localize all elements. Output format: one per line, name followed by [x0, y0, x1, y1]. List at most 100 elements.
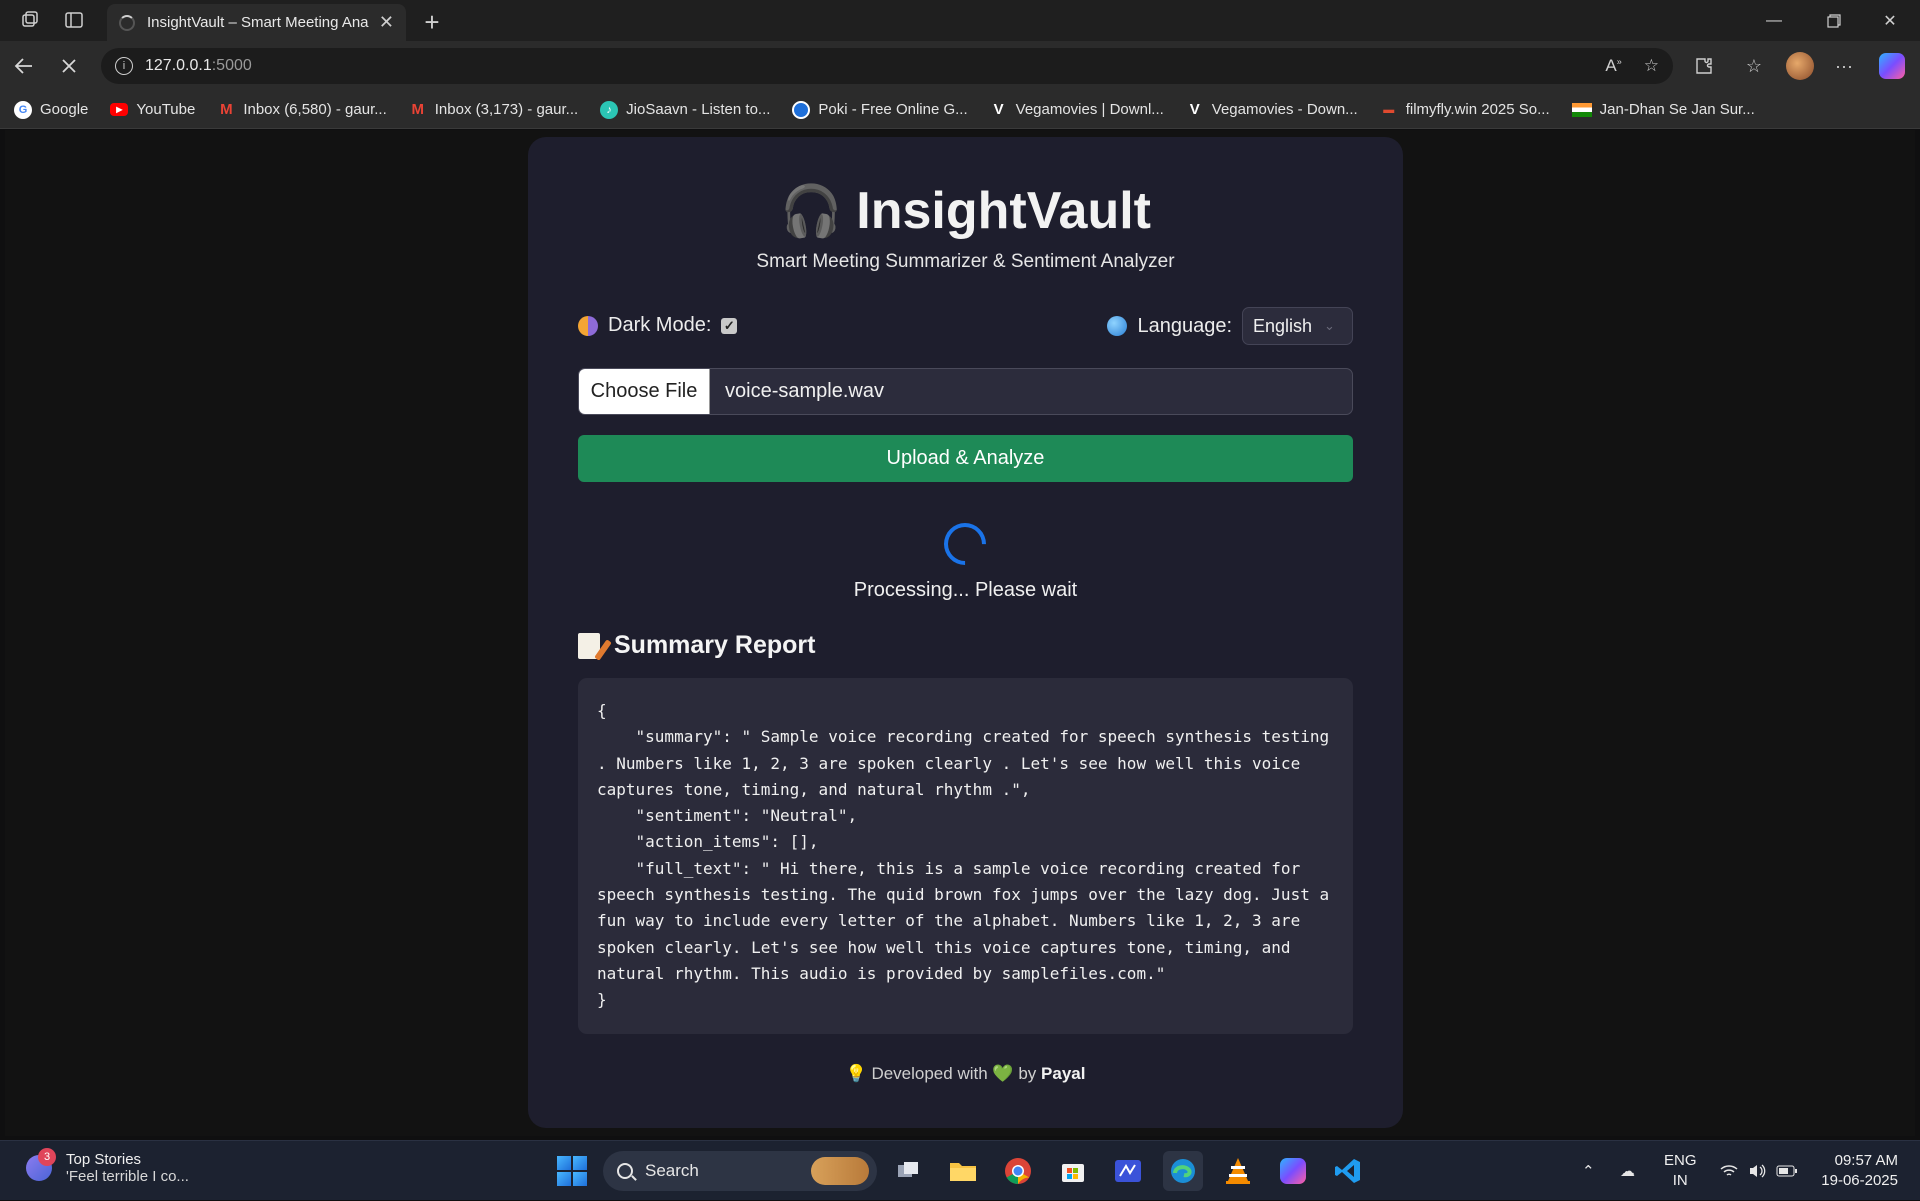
- bookmark-jandhan[interactable]: Jan-Dhan Se Jan Sur...: [1571, 101, 1755, 118]
- language-select[interactable]: English ⌄: [1242, 307, 1353, 345]
- favorite-star-icon[interactable]: ☆: [1644, 56, 1659, 76]
- loading-spinner-icon: [935, 514, 995, 574]
- bookmark-jiosaavn[interactable]: ♪ JioSaavn - Listen to...: [600, 100, 770, 119]
- memo-icon: [578, 632, 600, 659]
- copilot-icon[interactable]: [1876, 50, 1908, 82]
- app-title: 🎧 InsightVault: [528, 181, 1403, 241]
- bookmark-label: Inbox (3,173) - gaur...: [434, 101, 579, 118]
- input-language-bottom: IN: [1672, 1172, 1688, 1189]
- news-icon: 3: [26, 1148, 56, 1181]
- lightbulb-icon: 💡: [845, 1064, 867, 1083]
- bookmarks-bar: G Google ▶ YouTube M Inbox (6,580) - gau…: [0, 91, 1920, 129]
- tab-insightvault[interactable]: InsightVault – Smart Meeting Ana ✕: [107, 4, 406, 41]
- vscode-icon[interactable]: [1328, 1151, 1368, 1191]
- bookmark-label: filmyfly.win 2025 So...: [1405, 101, 1550, 118]
- footer: 💡 Developed with 💚 by Payal: [528, 1064, 1403, 1084]
- chevron-down-icon: ⌄: [1324, 318, 1335, 333]
- summary-report-title: Summary Report: [614, 631, 816, 659]
- language-label: Language:: [1137, 314, 1232, 337]
- vertical-tabs-icon[interactable]: [58, 4, 90, 36]
- globe-icon: [1107, 316, 1128, 336]
- dark-mode-checkbox[interactable]: ✓: [721, 317, 738, 334]
- search-label: Search: [645, 1161, 699, 1180]
- language-row: Language: English ⌄: [1107, 307, 1353, 345]
- minimize-button[interactable]: —: [1746, 0, 1802, 41]
- clock-time: 09:57 AM: [1834, 1152, 1898, 1169]
- bookmark-label: Google: [40, 101, 89, 118]
- upload-analyze-button[interactable]: Upload & Analyze: [578, 435, 1353, 482]
- url-host: 127.0.0.1: [145, 57, 212, 74]
- dark-mode-label: Dark Mode:: [608, 314, 712, 336]
- taskbar-search[interactable]: Search: [603, 1151, 877, 1191]
- footer-prefix: Developed with: [871, 1064, 988, 1083]
- more-options-icon[interactable]: ···: [1828, 50, 1860, 82]
- dark-mode-toggle-row: Dark Mode: ✓: [578, 314, 738, 337]
- bookmark-label: Jan-Dhan Se Jan Sur...: [1599, 101, 1755, 118]
- bookmark-gmail-1[interactable]: M Inbox (6,580) - gaur...: [217, 101, 387, 119]
- system-clock[interactable]: 09:57 AM 19-06-2025: [1821, 1151, 1898, 1191]
- vlc-icon[interactable]: [1218, 1151, 1258, 1191]
- workspaces-icon[interactable]: [14, 4, 46, 36]
- restore-button[interactable]: [1806, 0, 1862, 41]
- contrast-icon: [578, 315, 598, 336]
- processing-status: Processing... Please wait: [853, 579, 1078, 601]
- favorites-icon[interactable]: ☆: [1738, 50, 1770, 82]
- youtube-icon: ▶: [110, 103, 129, 116]
- extensions-icon[interactable]: [1688, 50, 1720, 82]
- read-aloud-icon[interactable]: A»: [1605, 56, 1621, 76]
- input-language-indicator[interactable]: ENG IN: [1664, 1151, 1697, 1191]
- battery-icon[interactable]: [1776, 1141, 1798, 1201]
- windows-start-icon[interactable]: [557, 1156, 587, 1186]
- back-arrow-icon[interactable]: [8, 50, 40, 82]
- vegamovies-icon: V: [993, 101, 1004, 118]
- search-icon: [617, 1163, 633, 1179]
- bookmark-gmail-2[interactable]: M Inbox (3,173) - gaur...: [409, 101, 579, 119]
- page-viewport: 🎧 InsightVault Smart Meeting Summarizer &…: [5, 130, 1915, 1136]
- new-tab-button[interactable]: +: [416, 6, 448, 38]
- site-info-icon[interactable]: i: [115, 57, 133, 75]
- volume-icon[interactable]: [1748, 1141, 1766, 1201]
- edge-icon[interactable]: [1163, 1151, 1203, 1191]
- choose-file-button[interactable]: Choose File: [579, 369, 710, 414]
- show-hidden-icons[interactable]: ⌃: [1582, 1141, 1595, 1201]
- stop-loading-icon[interactable]: [53, 50, 85, 82]
- browser-toolbar: i 127.0.0.1:5000 A» ☆ ☆ ···: [0, 41, 1920, 91]
- bookmark-vegamovies-1[interactable]: V Vegamovies | Downl...: [990, 101, 1164, 119]
- filmyfly-icon: ▬: [1383, 103, 1395, 116]
- close-window-button[interactable]: ✕: [1862, 0, 1918, 41]
- jiosaavn-icon: ♪: [600, 100, 619, 119]
- news-subtitle: 'Feel terrible I co...: [66, 1168, 189, 1185]
- onedrive-icon[interactable]: ☁: [1620, 1141, 1635, 1201]
- close-tab-icon[interactable]: ✕: [379, 12, 394, 33]
- language-value: English: [1253, 315, 1313, 336]
- bookmark-vegamovies-2[interactable]: V Vegamovies - Down...: [1186, 101, 1358, 119]
- file-input[interactable]: Choose File voice-sample.wav: [578, 368, 1353, 415]
- clock-date: 19-06-2025: [1821, 1172, 1898, 1189]
- news-title: Top Stories: [66, 1151, 142, 1168]
- bookmark-poki[interactable]: Poki - Free Online G...: [792, 100, 968, 119]
- news-badge: 3: [38, 1148, 56, 1166]
- task-view-icon[interactable]: [888, 1151, 928, 1191]
- bookmark-label: Inbox (6,580) - gaur...: [243, 101, 387, 118]
- app-card: 🎧 InsightVault Smart Meeting Summarizer &…: [528, 137, 1403, 1128]
- bookmark-youtube[interactable]: ▶ YouTube: [110, 101, 195, 118]
- chrome-icon[interactable]: [998, 1151, 1038, 1191]
- profile-avatar[interactable]: [1784, 50, 1816, 82]
- bookmark-filmyfly[interactable]: ▬ filmyfly.win 2025 So...: [1380, 101, 1550, 119]
- news-widget[interactable]: 3 Top Stories 'Feel terrible I co...: [26, 1148, 189, 1185]
- footer-author: Payal: [1041, 1064, 1086, 1083]
- wifi-icon[interactable]: [1720, 1141, 1738, 1201]
- green-heart-icon: 💚: [992, 1064, 1014, 1083]
- url-port: :5000: [211, 57, 252, 74]
- copilot-app-icon[interactable]: [1273, 1151, 1313, 1191]
- loading-icon: [119, 14, 135, 31]
- bookmark-label: Poki - Free Online G...: [818, 101, 968, 118]
- whiteboard-icon[interactable]: [1108, 1151, 1148, 1191]
- windows-taskbar: 3 Top Stories 'Feel terrible I co... Sea…: [0, 1140, 1920, 1200]
- address-bar[interactable]: i 127.0.0.1:5000 A» ☆: [101, 48, 1673, 84]
- bookmark-google[interactable]: G Google: [14, 100, 89, 119]
- microsoft-store-icon[interactable]: [1053, 1151, 1093, 1191]
- app-title-text: InsightVault: [856, 182, 1151, 240]
- tab-title: InsightVault – Smart Meeting Ana: [147, 14, 369, 31]
- file-explorer-icon[interactable]: [943, 1151, 983, 1191]
